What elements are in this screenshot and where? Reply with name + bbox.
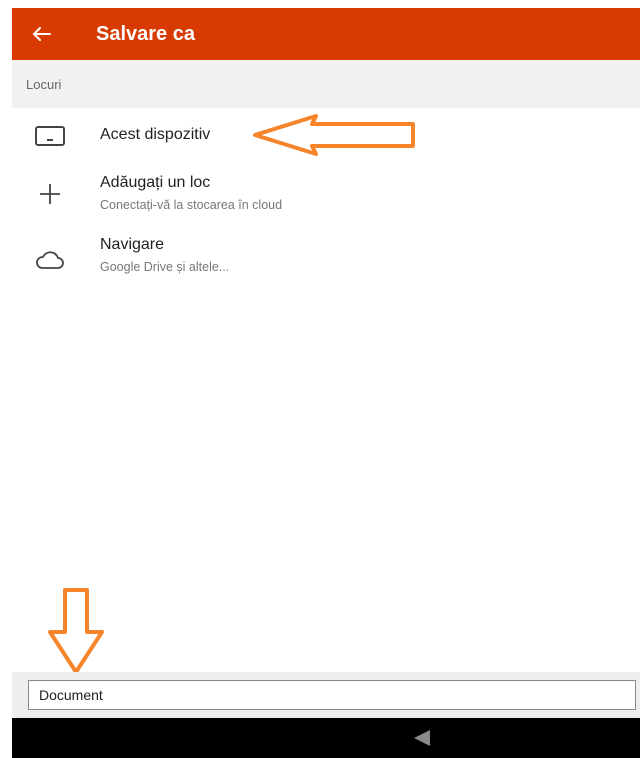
system-navigation-bar	[12, 718, 640, 758]
place-label-add-place: Adăugați un loc	[100, 174, 211, 191]
place-label-browse: Navigare	[100, 236, 165, 253]
place-item-add-place[interactable]: Adăugați un loc Conectați-vă la stocarea…	[12, 168, 640, 224]
arrow-left-icon	[33, 27, 51, 41]
places-header-label: Locuri	[26, 76, 62, 92]
nav-back-triangle-icon[interactable]	[410, 728, 434, 748]
page-title: Salvare ca	[96, 22, 195, 45]
status-strip	[0, 0, 640, 8]
place-item-browse[interactable]: Navigare Google Drive și altele...	[12, 230, 640, 286]
cloud-icon	[32, 242, 68, 278]
back-button[interactable]	[12, 8, 72, 60]
place-label-this-device: Acest dispozitiv	[100, 126, 211, 143]
plus-icon	[32, 176, 68, 212]
places-section-header: Locuri	[12, 60, 640, 108]
place-sublabel-add-place: Conectați-vă la stocarea în cloud	[100, 198, 283, 212]
app-bar: Salvare ca	[12, 8, 640, 60]
place-sublabel-browse: Google Drive și altele...	[100, 260, 230, 274]
filename-input[interactable]	[28, 680, 636, 710]
filename-bar	[12, 672, 640, 718]
annotation-arrow-down	[48, 588, 104, 674]
tablet-device-icon	[32, 118, 68, 154]
annotation-arrow-left	[253, 114, 415, 156]
